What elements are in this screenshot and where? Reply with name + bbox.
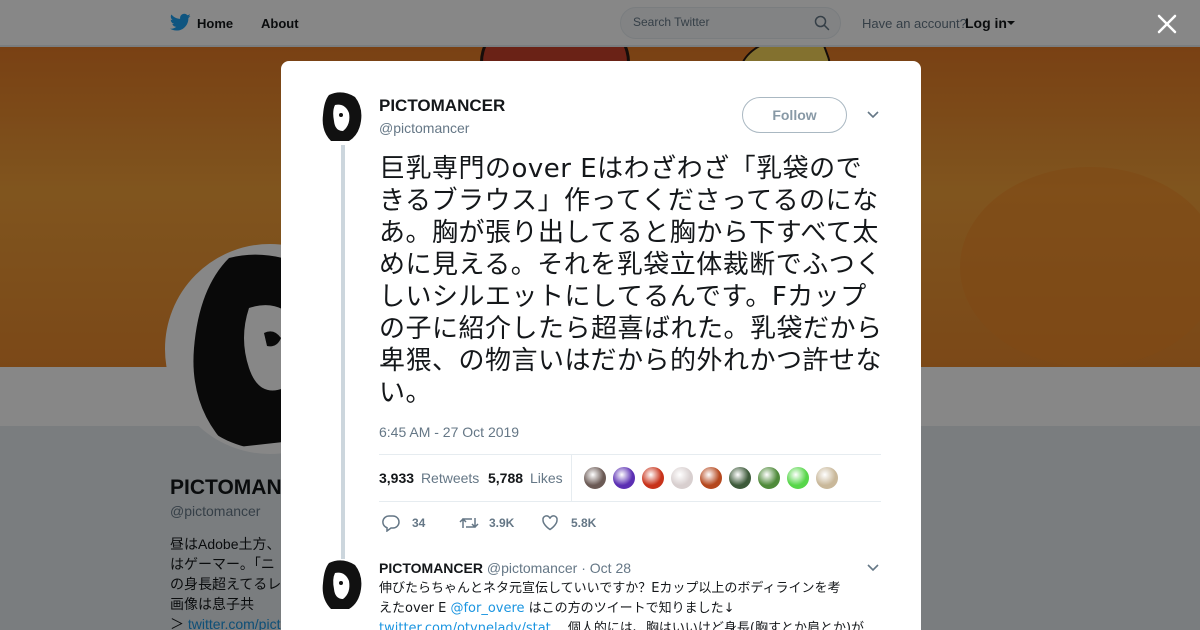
likes-stat[interactable]: 5,788 Likes <box>488 470 563 486</box>
reply-text: 伸びたらちゃんとネタ元宣伝していいですか？Eカップ以上のボディラインを考 えたo… <box>379 579 884 630</box>
liker-avatar[interactable] <box>786 466 810 490</box>
reply-author-handle[interactable]: @pictomancer <box>487 560 577 576</box>
tweet-actions: 34 3.9K 5.8K <box>379 513 779 533</box>
tweet-link[interactable]: twitter.com/otvnelady/stat… <box>379 621 564 630</box>
divider <box>571 455 572 501</box>
reply-text-part: 個人的には、胸はいいけど身長(胸すとか肩とか)が <box>563 621 865 630</box>
tweet-timestamp[interactable]: 6:45 AM - 27 Oct 2019 <box>379 424 519 440</box>
tweet-text: 巨乳専門のover Eはわざわざ「乳袋のできるブラウス」作ってくださってるのにな… <box>379 154 883 408</box>
retweets-stat[interactable]: 3,933 Retweets <box>379 470 479 486</box>
heart-icon <box>542 515 558 531</box>
retweets-count: 3,933 <box>379 470 415 486</box>
liker-avatar[interactable] <box>757 466 781 490</box>
liker-avatar[interactable] <box>641 466 665 490</box>
close-icon[interactable] <box>1155 12 1179 36</box>
reply-icon <box>382 515 400 532</box>
reply-header: PICTOMANCER @pictomancer · Oct 28 <box>379 560 631 576</box>
thread-line <box>341 145 345 565</box>
retweets-label: Retweets <box>420 470 480 486</box>
reply-date[interactable]: · Oct 28 <box>581 560 631 576</box>
like-count: 5.8K <box>571 516 597 530</box>
chevron-down-icon[interactable] <box>866 563 880 573</box>
tweet-modal: PICTOMANCER @pictomancer Follow 巨乳専門のove… <box>281 61 921 630</box>
follow-button[interactable]: Follow <box>742 97 847 133</box>
likes-label: Likes <box>529 470 563 486</box>
mention-link[interactable]: @for_overe <box>450 601 524 616</box>
reply-count: 34 <box>412 516 426 530</box>
author-handle[interactable]: @pictomancer <box>379 120 469 136</box>
reply-line: 伸びたらちゃんとネタ元宣伝していいですか？Eカップ以上のボディラインを考 <box>379 581 841 596</box>
liker-avatar[interactable] <box>699 466 723 490</box>
reply-line: twitter.com/otvnelady/stat… 個人的には、胸はいいけど… <box>379 619 884 630</box>
liker-avatar[interactable] <box>815 466 839 490</box>
likes-count: 5,788 <box>488 470 524 486</box>
author-avatar[interactable] <box>319 91 365 143</box>
tweet-stats: 3,933 Retweets 5,788 Likes <box>379 454 881 502</box>
liker-avatar[interactable] <box>728 466 752 490</box>
retweet-count: 3.9K <box>489 516 515 530</box>
reply-line: えたover E @for_overe はこの方のツイートで知りました↓ <box>379 599 884 619</box>
reply-text-part: はこの方のツイートで知りました↓ <box>524 601 735 616</box>
chevron-down-icon[interactable] <box>866 110 880 120</box>
liker-avatar[interactable] <box>670 466 694 490</box>
liker-avatar[interactable] <box>583 466 607 490</box>
author-name[interactable]: PICTOMANCER <box>379 96 505 116</box>
retweet-icon <box>459 517 479 529</box>
reply-text-part: えたover E <box>379 601 451 616</box>
reply-author-avatar[interactable] <box>319 559 365 611</box>
liker-avatar[interactable] <box>612 466 636 490</box>
reply-author-name[interactable]: PICTOMANCER <box>379 560 483 576</box>
